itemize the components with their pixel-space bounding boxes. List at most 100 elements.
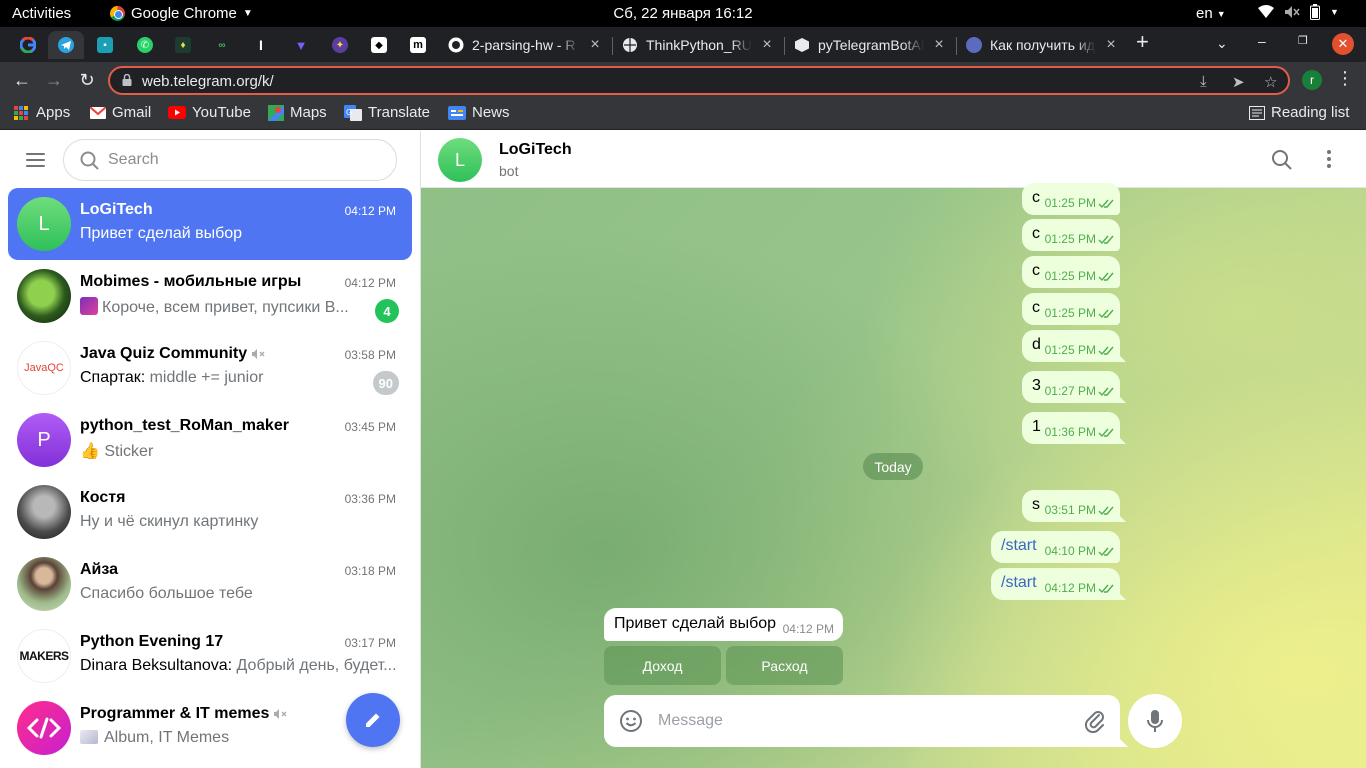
pinned-tab-whatsapp[interactable]: ✆ (127, 31, 163, 59)
tab-title: pyTelegramBotAPI (818, 37, 924, 53)
message-input[interactable] (658, 709, 1068, 733)
message-time: 04:12 PM (1044, 581, 1096, 595)
bookmark-maps[interactable]: Maps (268, 104, 327, 121)
menu-icon[interactable] (26, 153, 45, 167)
avatar (17, 269, 71, 323)
chrome-menu-icon[interactable]: ⋮ (1336, 68, 1354, 89)
search-box[interactable] (63, 139, 397, 181)
avatar-text: JavaQC (24, 362, 64, 374)
chat-item-python-evening[interactable]: MAKERS Python Evening 17 03:17 PM Dinara… (8, 620, 412, 692)
app-menu[interactable]: Google Chrome ▼ (110, 5, 253, 22)
conversation-header[interactable]: L LoGiTech bot (421, 131, 1366, 188)
tab-divider (612, 37, 613, 55)
bookmark-star-icon[interactable]: ☆ (1264, 73, 1277, 91)
more-options-icon[interactable] (1326, 149, 1332, 169)
tab-search-button[interactable]: ⌄ (1216, 35, 1228, 52)
clock[interactable]: Сб, 22 января 16:12 (613, 5, 752, 22)
forward-button[interactable]: → (43, 70, 65, 90)
outgoing-message[interactable]: 1 01:36 PM (1022, 412, 1126, 444)
pinned-tab-contacts[interactable]: ▪ (87, 31, 123, 59)
search-icon[interactable] (1271, 149, 1293, 171)
outgoing-message[interactable]: с 01:25 PM (1022, 256, 1120, 288)
activities-button[interactable]: Activities (12, 5, 71, 22)
close-icon[interactable]: × (760, 36, 774, 54)
chat-preview: Ну и чё скинул картинку (80, 513, 259, 530)
chat-item-java-quiz[interactable]: JavaQC Java Quiz Community 03:58 PM Спар… (8, 332, 412, 404)
profile-avatar[interactable]: r (1302, 70, 1322, 90)
close-icon[interactable]: × (1104, 36, 1118, 54)
tab-thinkpython[interactable]: ThinkPython_RU × (614, 31, 782, 59)
attach-icon[interactable] (1084, 709, 1106, 733)
address-bar[interactable]: web.telegram.org/k/ ⤓ ➤ ☆ (108, 66, 1290, 95)
chat-time: 03:17 PM (344, 636, 396, 650)
pinned-tab-grammar[interactable]: ∞ (204, 31, 240, 59)
close-icon[interactable]: × (932, 36, 946, 54)
outgoing-message[interactable]: с 01:25 PM (1022, 219, 1120, 251)
chat-title: python_test_RoMan_maker (80, 417, 289, 434)
inline-keyboard-button-expense[interactable]: Расход (726, 646, 843, 685)
emoji-icon[interactable] (619, 709, 643, 733)
search-input[interactable] (108, 149, 378, 171)
pinned-tab-google[interactable] (10, 31, 46, 59)
tab-2-parsing-hw[interactable]: 2-parsing-hw - R × (440, 31, 610, 59)
chat-item-logitech[interactable]: L LoGiTech 04:12 PM Привет сделай выбор (8, 188, 412, 260)
outgoing-message[interactable]: с 01:25 PM (1022, 293, 1120, 325)
chat-title: Костя (80, 489, 126, 506)
pinned-tab-medium[interactable]: m (400, 31, 436, 59)
bookmark-news[interactable]: News (448, 104, 510, 121)
incoming-message[interactable]: Привет сделай выбор 04:12 PM (604, 608, 843, 641)
outgoing-message[interactable]: 3 01:27 PM (1022, 371, 1126, 403)
bookmark-apps[interactable]: Apps (14, 104, 70, 121)
caret-down-icon: ▼ (242, 8, 253, 19)
pinned-tab-badge[interactable]: ♦ (165, 31, 201, 59)
chat-item-aiza[interactable]: Айза 03:18 PM Спасибо большое тебе (8, 548, 412, 620)
double-check-icon (1098, 235, 1114, 245)
pinned-tab-vue[interactable]: ▼ (283, 31, 319, 59)
outgoing-message[interactable]: /start 04:10 PM (991, 531, 1120, 563)
chat-item-python-test[interactable]: P python_test_RoMan_maker 03:45 PM 👍 Sti… (8, 404, 412, 476)
chat-item-mobimes[interactable]: Mobimes - мобильные игры 04:12 PM Короче… (8, 260, 412, 332)
reading-list-button[interactable]: Reading list (1249, 104, 1349, 121)
outgoing-message[interactable]: s 03:51 PM (1022, 490, 1126, 522)
chat-item-kostya[interactable]: Костя 03:36 PM Ну и чё скинул картинку (8, 476, 412, 548)
send-icon[interactable]: ➤ (1232, 73, 1245, 91)
minimize-button[interactable]: – (1258, 33, 1266, 49)
tab-kak-poluchit[interactable]: Как получить ид × (958, 31, 1126, 59)
maximize-button[interactable]: ❐ (1298, 34, 1308, 47)
message-text: с (1032, 299, 1040, 316)
pinned-tab-text[interactable]: I (243, 31, 279, 59)
window-close-button[interactable]: ✕ (1332, 33, 1354, 55)
back-button[interactable]: ← (11, 70, 33, 90)
bookmark-label: Apps (36, 104, 71, 121)
install-app-icon[interactable]: ⤓ (1200, 73, 1207, 90)
contact-card-icon: ▪ (97, 37, 113, 53)
voice-message-button[interactable] (1128, 694, 1182, 748)
system-tray[interactable]: ▼ (1258, 4, 1339, 20)
tab-strip: ▪ ✆ ♦ ∞ I ▼ ✦ ◆ m 2-parsing-hw - R × Thi… (0, 27, 1366, 62)
inline-keyboard-button-income[interactable]: Доход (604, 646, 721, 685)
pinned-tab-fairy[interactable]: ✦ (322, 31, 358, 59)
bookmark-translate[interactable]: G Translate (344, 104, 430, 121)
reading-list-icon (1249, 105, 1265, 120)
outgoing-message[interactable]: /start 04:12 PM (991, 568, 1126, 600)
new-tab-button[interactable]: + (1136, 29, 1149, 55)
bot-command-link[interactable]: /start (1001, 537, 1037, 555)
outgoing-message[interactable]: с 01:25 PM (1022, 183, 1120, 215)
close-icon[interactable]: × (588, 36, 602, 54)
chat-list-panel: L LoGiTech 04:12 PM Привет сделай выбор … (0, 131, 421, 768)
message-time: 01:25 PM (1044, 269, 1096, 283)
bookmark-gmail[interactable]: Gmail (90, 104, 151, 121)
tab-pytelegrambotapi[interactable]: pyTelegramBotAPI × (786, 31, 954, 59)
bookmark-youtube[interactable]: YouTube (168, 104, 251, 121)
avatar[interactable]: L (438, 138, 482, 182)
conversation-panel: L LoGiTech bot с 01:25 PM с 01:25 PM с 0… (421, 131, 1366, 768)
reload-button[interactable]: ↻ (76, 70, 98, 90)
chat-title: LoGiTech (80, 201, 153, 218)
new-message-button[interactable] (346, 693, 400, 747)
outgoing-message[interactable]: d 01:25 PM (1022, 330, 1126, 362)
pinned-tab-notion[interactable]: ◆ (361, 31, 397, 59)
microphone-icon (1147, 710, 1163, 732)
pinned-tab-telegram[interactable] (48, 31, 84, 59)
bot-command-link[interactable]: /start (1001, 574, 1037, 592)
language-indicator[interactable]: en ▼ (1196, 5, 1226, 22)
